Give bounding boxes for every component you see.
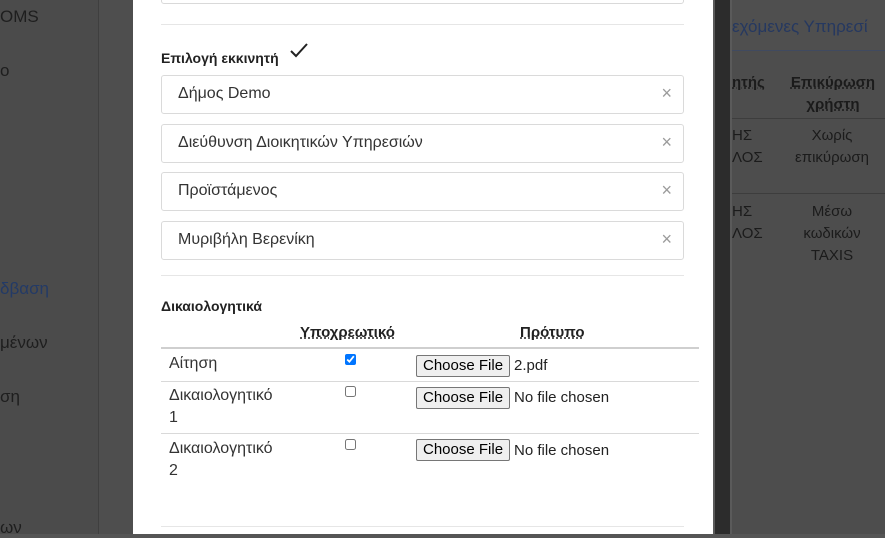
- mandatory-checkbox[interactable]: [345, 439, 356, 450]
- table-cell: επικύρωση: [795, 149, 869, 166]
- table-divider: [732, 118, 885, 119]
- file-name: No file chosen: [514, 389, 610, 406]
- initiator-section-title: Επιλογή εκκινητή: [161, 50, 279, 66]
- documents-section-title: Δικαιολογητικά: [161, 298, 262, 314]
- table-cell: ΗΣ: [732, 127, 753, 144]
- background-sidebar: OMS ο δβαση μένων ση ων: [0, 0, 98, 537]
- mandatory-checkbox[interactable]: [345, 354, 356, 365]
- table-cell: κωδικών: [803, 225, 861, 242]
- sidebar-item[interactable]: ων: [0, 518, 22, 538]
- clear-icon[interactable]: ×: [661, 133, 672, 151]
- section-divider: [161, 526, 684, 527]
- document-name: Αίτηση: [169, 355, 218, 372]
- choose-file-button[interactable]: Choose File: [416, 387, 511, 409]
- table-cell: TAXIS: [810, 247, 854, 264]
- select-value: Προϊστάμενος: [178, 182, 278, 199]
- previous-field-box[interactable]: [161, 0, 684, 4]
- sidebar-item[interactable]: OMS: [0, 7, 39, 27]
- select-value: Μυριβήλη Βερενίκη: [178, 231, 315, 248]
- sidebar-item-active[interactable]: δβαση: [0, 279, 49, 299]
- initiator-select-organization[interactable]: Δήμος Demo ×: [161, 75, 684, 114]
- column-header-template: Πρότυπο: [520, 324, 585, 341]
- file-name: 2.pdf: [514, 357, 548, 374]
- column-header-user-validation: Επικύρωση χρήστη: [790, 74, 876, 113]
- scrollbar-thumb[interactable]: [715, 0, 730, 534]
- modal-dialog: Επιλογή εκκινητή Δήμος Demo × Διεύθυνση …: [133, 0, 713, 534]
- document-name: 1: [169, 409, 178, 426]
- background-services-table: εχόμενες Υπηρεσί ητής Επικύρωση χρήστη Η…: [732, 0, 885, 534]
- select-value: Δήμος Demo: [178, 85, 271, 102]
- document-name: Δικαιολογητικό: [169, 387, 273, 404]
- table-cell: Χωρίς: [811, 127, 853, 144]
- sidebar-item[interactable]: μένων: [0, 333, 48, 353]
- table-divider: [732, 193, 885, 194]
- table-row-divider: [161, 433, 699, 434]
- section-divider: [161, 275, 684, 276]
- document-name: Δικαιολογητικό: [169, 440, 273, 457]
- mandatory-checkbox[interactable]: [345, 386, 356, 397]
- sidebar-item[interactable]: ση: [0, 387, 20, 407]
- table-cell: ΗΣ: [732, 203, 753, 220]
- modal-scrollbar[interactable]: [713, 0, 732, 534]
- choose-file-button[interactable]: Choose File: [416, 355, 511, 377]
- column-header: ητής: [732, 74, 765, 91]
- sidebar-divider: [98, 0, 99, 534]
- table-cell: ΛΟΣ: [732, 225, 763, 242]
- sidebar-item[interactable]: ο: [0, 61, 9, 81]
- choose-file-button[interactable]: Choose File: [416, 439, 511, 461]
- clear-icon[interactable]: ×: [661, 181, 672, 199]
- clear-icon[interactable]: ×: [661, 230, 672, 248]
- check-icon: [290, 43, 308, 58]
- tab-title[interactable]: εχόμενες Υπηρεσί: [732, 17, 868, 37]
- initiator-select-role[interactable]: Προϊστάμενος ×: [161, 172, 684, 211]
- table-cell: Μέσω: [811, 203, 853, 220]
- table-row-divider: [161, 381, 699, 382]
- clear-icon[interactable]: ×: [661, 84, 672, 102]
- column-header-mandatory: Υποχρεωτικό: [300, 324, 395, 341]
- table-header-divider: [161, 347, 699, 349]
- section-divider: [161, 24, 684, 25]
- initiator-select-user[interactable]: Μυριβήλη Βερενίκη ×: [161, 221, 684, 260]
- select-value: Διεύθυνση Διοικητικών Υπηρεσιών: [178, 134, 423, 151]
- background-tab-bar: εχόμενες Υπηρεσί: [732, 0, 885, 51]
- initiator-select-department[interactable]: Διεύθυνση Διοικητικών Υπηρεσιών ×: [161, 124, 684, 163]
- document-name: 2: [169, 462, 178, 479]
- table-cell: ΛΟΣ: [732, 149, 763, 166]
- file-name: No file chosen: [514, 442, 610, 459]
